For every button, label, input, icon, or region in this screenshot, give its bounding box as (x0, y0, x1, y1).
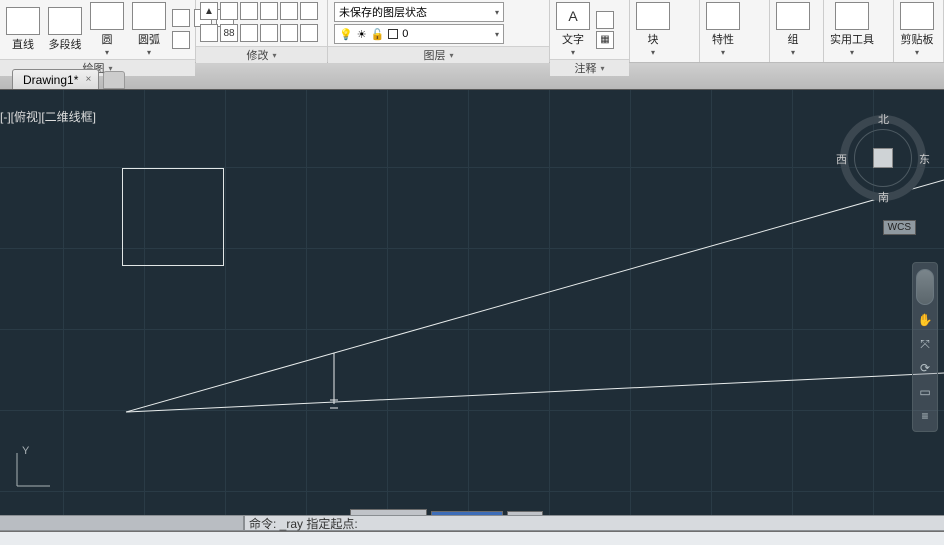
chevron-down-icon: ▾ (495, 8, 499, 17)
clipboard-button[interactable]: 剪贴板▾ (898, 2, 936, 57)
arc-label: 圆弧 (138, 31, 160, 47)
color-swatch (388, 29, 398, 39)
ucs-icon[interactable]: Y (12, 451, 52, 491)
command-history-text: 命令: _ray 指定起点: (249, 515, 358, 532)
tool-icon[interactable] (172, 9, 190, 27)
new-tab-button[interactable] (103, 71, 125, 89)
close-icon[interactable]: × (82, 73, 94, 85)
orbit-icon[interactable]: ⟳ (916, 359, 934, 377)
modify-icon[interactable]: 88 (220, 24, 238, 42)
drawing-canvas[interactable]: [-][俯视][二维线框] 指定通过点: 848.0119 < 3° 北 南 东… (0, 90, 944, 531)
modify-icon[interactable] (260, 2, 278, 20)
util-button[interactable]: 实用工具▾ (828, 2, 876, 57)
line-label: 直线 (12, 36, 34, 52)
util-label: 实用工具 (830, 31, 874, 47)
arc-button[interactable]: 圆弧▾ (130, 2, 168, 57)
modify-icon[interactable] (240, 24, 258, 42)
panel-clipboard: 剪贴板▾ . (894, 0, 944, 62)
command-left-gutter (0, 515, 244, 531)
lightbulb-icon: 💡 (339, 28, 353, 41)
clipboard-label: 剪贴板 (901, 31, 934, 47)
modify-icon[interactable] (280, 2, 298, 20)
layer-state-combo[interactable]: 未保存的图层状态 ▾ (334, 2, 504, 22)
polyline-label: 多段线 (49, 36, 82, 52)
compass-e[interactable]: 东 (919, 151, 930, 167)
layer-state-text: 未保存的图层状态 (339, 4, 427, 20)
compass-s[interactable]: 南 (878, 189, 889, 205)
chevron-down-icon: ▾ (495, 30, 499, 39)
modify-icon[interactable]: ▲ (200, 2, 218, 20)
modify-icon[interactable] (220, 2, 238, 20)
modify-icon[interactable] (300, 24, 318, 42)
modify-icon[interactable] (300, 2, 318, 20)
polyline-button[interactable]: 多段线 (46, 7, 84, 52)
panel-draw: 直线 多段线 圆▾ 圆弧▾ 绘图 (0, 0, 196, 62)
panel-title-modify[interactable]: 修改 (196, 46, 327, 63)
tab-drawing1[interactable]: Drawing1* × (12, 69, 99, 89)
modify-icon[interactable] (240, 2, 258, 20)
modify-icon[interactable] (260, 24, 278, 42)
compass-n[interactable]: 北 (878, 111, 889, 127)
ribbon: 直线 多段线 圆▾ 圆弧▾ 绘图 ▲ 88 (0, 0, 944, 63)
steering-wheel-icon[interactable] (916, 269, 934, 305)
sun-icon: ☀ (357, 28, 367, 41)
modify-icon[interactable] (200, 24, 218, 42)
lock-icon: 🔓 (371, 28, 385, 41)
block-label: 块 (648, 31, 659, 47)
panel-title-annot[interactable]: 注释 (550, 59, 629, 76)
modify-icon[interactable] (280, 24, 298, 42)
view-cube[interactable]: 北 南 东 西 (840, 115, 926, 201)
circle-button[interactable]: 圆▾ (88, 2, 126, 57)
command-history[interactable]: 命令: _ray 指定起点: (244, 515, 944, 531)
command-panel[interactable] (0, 531, 944, 545)
showmotion-icon[interactable]: ▭ (916, 383, 934, 401)
navigation-bar: ✋ ⤧ ⟳ ▭ ≡ (912, 262, 938, 432)
panel-props: 特性▾ . (700, 0, 770, 62)
props-button[interactable]: 特性▾ (704, 2, 742, 57)
nav-more-icon[interactable]: ≡ (916, 407, 934, 425)
text-label: 文字 (562, 31, 584, 47)
annot-icon[interactable] (596, 11, 614, 29)
wcs-badge[interactable]: WCS (883, 220, 916, 235)
compass-w[interactable]: 西 (836, 151, 847, 167)
tab-label: Drawing1* (23, 73, 78, 87)
panel-layer: 未保存的图层状态 ▾ 💡 ☀ 🔓 0 ▾ 图层 (328, 0, 550, 62)
tool-icon[interactable] (172, 31, 190, 49)
zoom-icon[interactable]: ⤧ (916, 335, 934, 353)
pan-icon[interactable]: ✋ (916, 311, 934, 329)
geometry (0, 90, 944, 531)
group-label: 组 (788, 31, 799, 47)
annot-icon[interactable]: ▦ (596, 31, 614, 49)
line-button[interactable]: 直线 (4, 7, 42, 52)
panel-title-layer[interactable]: 图层 (328, 46, 549, 63)
props-label: 特性 (712, 31, 734, 47)
layer-current-combo[interactable]: 💡 ☀ 🔓 0 ▾ (334, 24, 504, 44)
text-button[interactable]: A文字▾ (554, 2, 592, 57)
layer-name: 0 (402, 28, 408, 40)
panel-group: 组▾ . (770, 0, 824, 62)
panel-annotation: A文字▾ ▦ 注释 (550, 0, 630, 62)
panel-modify: ▲ 88 修改 (196, 0, 328, 62)
block-button[interactable]: 块▾ (634, 2, 672, 57)
panel-block: 块▾ . (630, 0, 700, 62)
circle-label: 圆 (102, 31, 113, 47)
group-button[interactable]: 组▾ (774, 2, 812, 57)
panel-util: 实用工具▾ . (824, 0, 894, 62)
